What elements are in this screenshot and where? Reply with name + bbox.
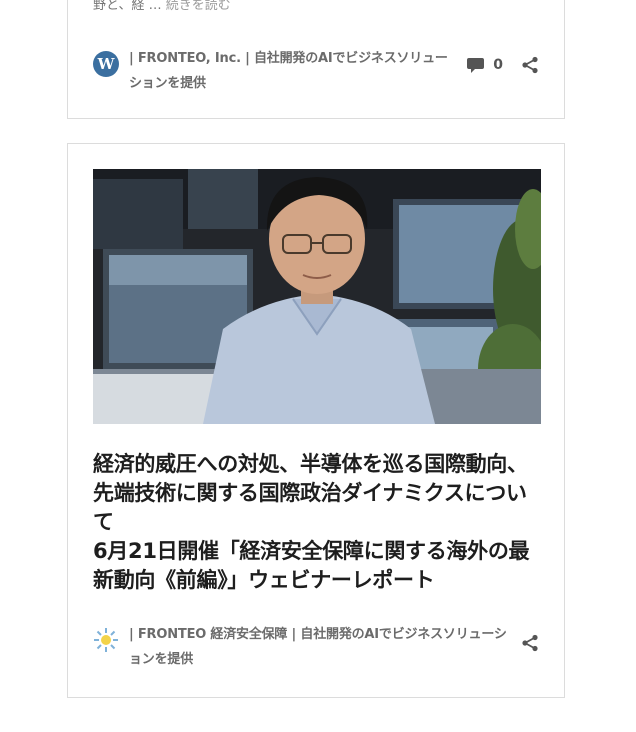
post-byline[interactable]: | FRONTEO 経済安全保障 | 自社開発のAIでビジネスソリューションを提… xyxy=(129,622,513,672)
share-button[interactable] xyxy=(521,634,539,652)
post-actions: 0 xyxy=(467,56,539,74)
post-card: 経済的威圧への対処、半導体を巡る国際動向、先端技術に関する国際政治ダイナミクスに… xyxy=(67,143,565,698)
post-thumbnail[interactable] xyxy=(93,169,541,424)
title-line-1: 経済的威圧への対処、半導体を巡る国際動向、先端技術に関する国際政治ダイナミクスに… xyxy=(93,452,528,534)
comment-count: 0 xyxy=(493,57,503,73)
share-button[interactable] xyxy=(521,56,539,74)
post-meta: | FRONTEO 経済安全保障 | 自社開発のAIでビジネスソリューションを提… xyxy=(93,622,539,672)
thumbnail-photo xyxy=(93,169,541,424)
sun-burst-icon[interactable] xyxy=(93,627,119,653)
post-actions xyxy=(521,634,539,652)
share-icon xyxy=(522,56,538,74)
read-more-link[interactable]: 続きを読む xyxy=(166,0,231,13)
share-icon xyxy=(522,634,538,652)
wordpress-icon[interactable]: W xyxy=(93,51,119,77)
post-excerpt: 野と、経 … 続きを読む xyxy=(93,0,231,15)
post-byline[interactable]: | FRONTEO, Inc. | 自社開発のAIでビジネスソリューションを提供 xyxy=(129,46,459,96)
comments-link[interactable]: 0 xyxy=(467,57,503,73)
post-meta: W | FRONTEO, Inc. | 自社開発のAIでビジネスソリューションを… xyxy=(93,46,539,96)
title-line-2: 6月21日開催「経済安全保障に関する海外の最新動向《前編》」ウェビナーレポート xyxy=(93,539,530,592)
speech-bubble-icon xyxy=(467,57,485,73)
post-card: 野と、経 … 続きを読む W | FRONTEO, Inc. | 自社開発のAI… xyxy=(67,0,565,119)
post-title[interactable]: 経済的威圧への対処、半導体を巡る国際動向、先端技術に関する国際政治ダイナミクスに… xyxy=(93,450,545,595)
excerpt-text: 野と、経 … xyxy=(93,0,162,13)
